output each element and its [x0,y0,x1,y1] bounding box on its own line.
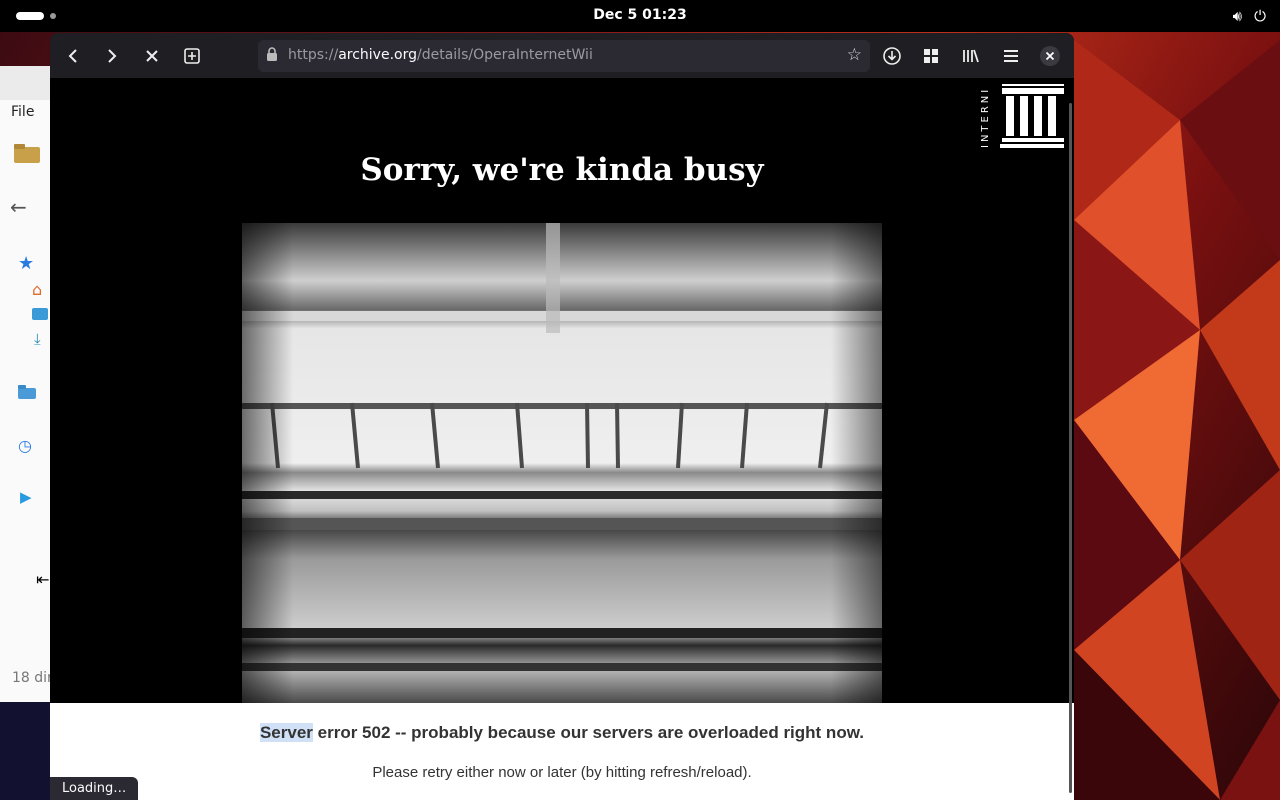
system-top-bar: Dec 5 01:23 🔊︎ ⏻ [0,0,1280,32]
page-title: Sorry, we're kinda busy [360,152,764,188]
folder-icon [14,143,40,167]
file-manager-titlebar [0,66,52,100]
internet-archive-logo[interactable]: INTERNI [978,78,1066,150]
new-tab-icon [184,48,200,64]
error-message: Server error 502 -- probably because our… [50,723,1074,743]
lock-icon [266,47,280,63]
error-message-text: error 502 -- probably because our server… [312,723,865,742]
library-button[interactable] [957,42,985,70]
close-icon [146,50,158,62]
url-text: https://archive.org/details/OperaInterne… [288,47,593,63]
loading-status: Loading… [50,777,139,800]
bookmark-star-icon[interactable]: ☆ [847,45,862,65]
back-arrow-icon[interactable]: ← [10,195,27,219]
download-icon [883,47,901,65]
extensions-button[interactable] [917,42,945,70]
logo-text: INTERNI [980,87,991,148]
page-content: INTERNI Sorry, we're kinda busy Server e… [50,78,1074,800]
page-scrollbar[interactable] [1069,103,1072,793]
menu-button[interactable] [997,42,1025,70]
volume-icon: 🔊︎ [1232,7,1243,25]
resize-cursor-icon: ⇤ [36,570,50,589]
file-manager-status: 18 dir [12,670,52,686]
clock[interactable]: Dec 5 01:23 [0,7,1280,23]
new-tab-button[interactable] [178,42,206,70]
desktop-icon[interactable] [32,306,48,324]
grid-icon [924,49,938,63]
retry-message: Please retry either now or later (by hit… [372,764,752,781]
browser-toolbar: https://archive.org/details/OperaInterne… [50,33,1074,78]
chevron-right-icon [108,49,117,63]
printing-press-animation [242,223,882,703]
stop-button[interactable] [138,42,166,70]
history-icon[interactable]: ◷ [18,436,32,455]
chevron-left-icon [68,49,77,63]
printing-press-image [242,223,882,703]
selected-text: Server [259,723,313,742]
url-host: archive.org [338,47,417,63]
archive-building-icon: INTERNI [980,84,1066,148]
menu-file[interactable]: File [11,104,34,120]
library-icon [963,49,979,63]
back-button[interactable] [59,42,87,70]
url-bar[interactable]: https://archive.org/details/OperaInterne… [258,40,870,72]
downloads-button[interactable] [878,42,906,70]
close-icon [1040,46,1060,66]
url-path: /details/OperaInternetWii [417,47,593,63]
error-message-area: Server error 502 -- probably because our… [50,703,1074,800]
home-icon[interactable]: ⌂ [32,280,42,299]
url-scheme: https:// [288,47,339,63]
other-locations-icon[interactable]: ▶ [20,488,32,506]
system-menu[interactable]: 🔊︎ ⏻ [1233,7,1266,25]
downloads-icon[interactable]: ⤓ [34,330,41,348]
folder-icon[interactable] [18,385,36,403]
browser-window: https://archive.org/details/OperaInterne… [50,33,1074,800]
forward-button[interactable] [98,42,126,70]
desktop-dark-area [0,702,52,800]
starred-icon[interactable]: ★ [18,253,34,274]
close-window-button[interactable] [1036,42,1064,70]
hamburger-menu-icon [1004,50,1018,62]
power-icon: ⏻ [1254,7,1266,25]
